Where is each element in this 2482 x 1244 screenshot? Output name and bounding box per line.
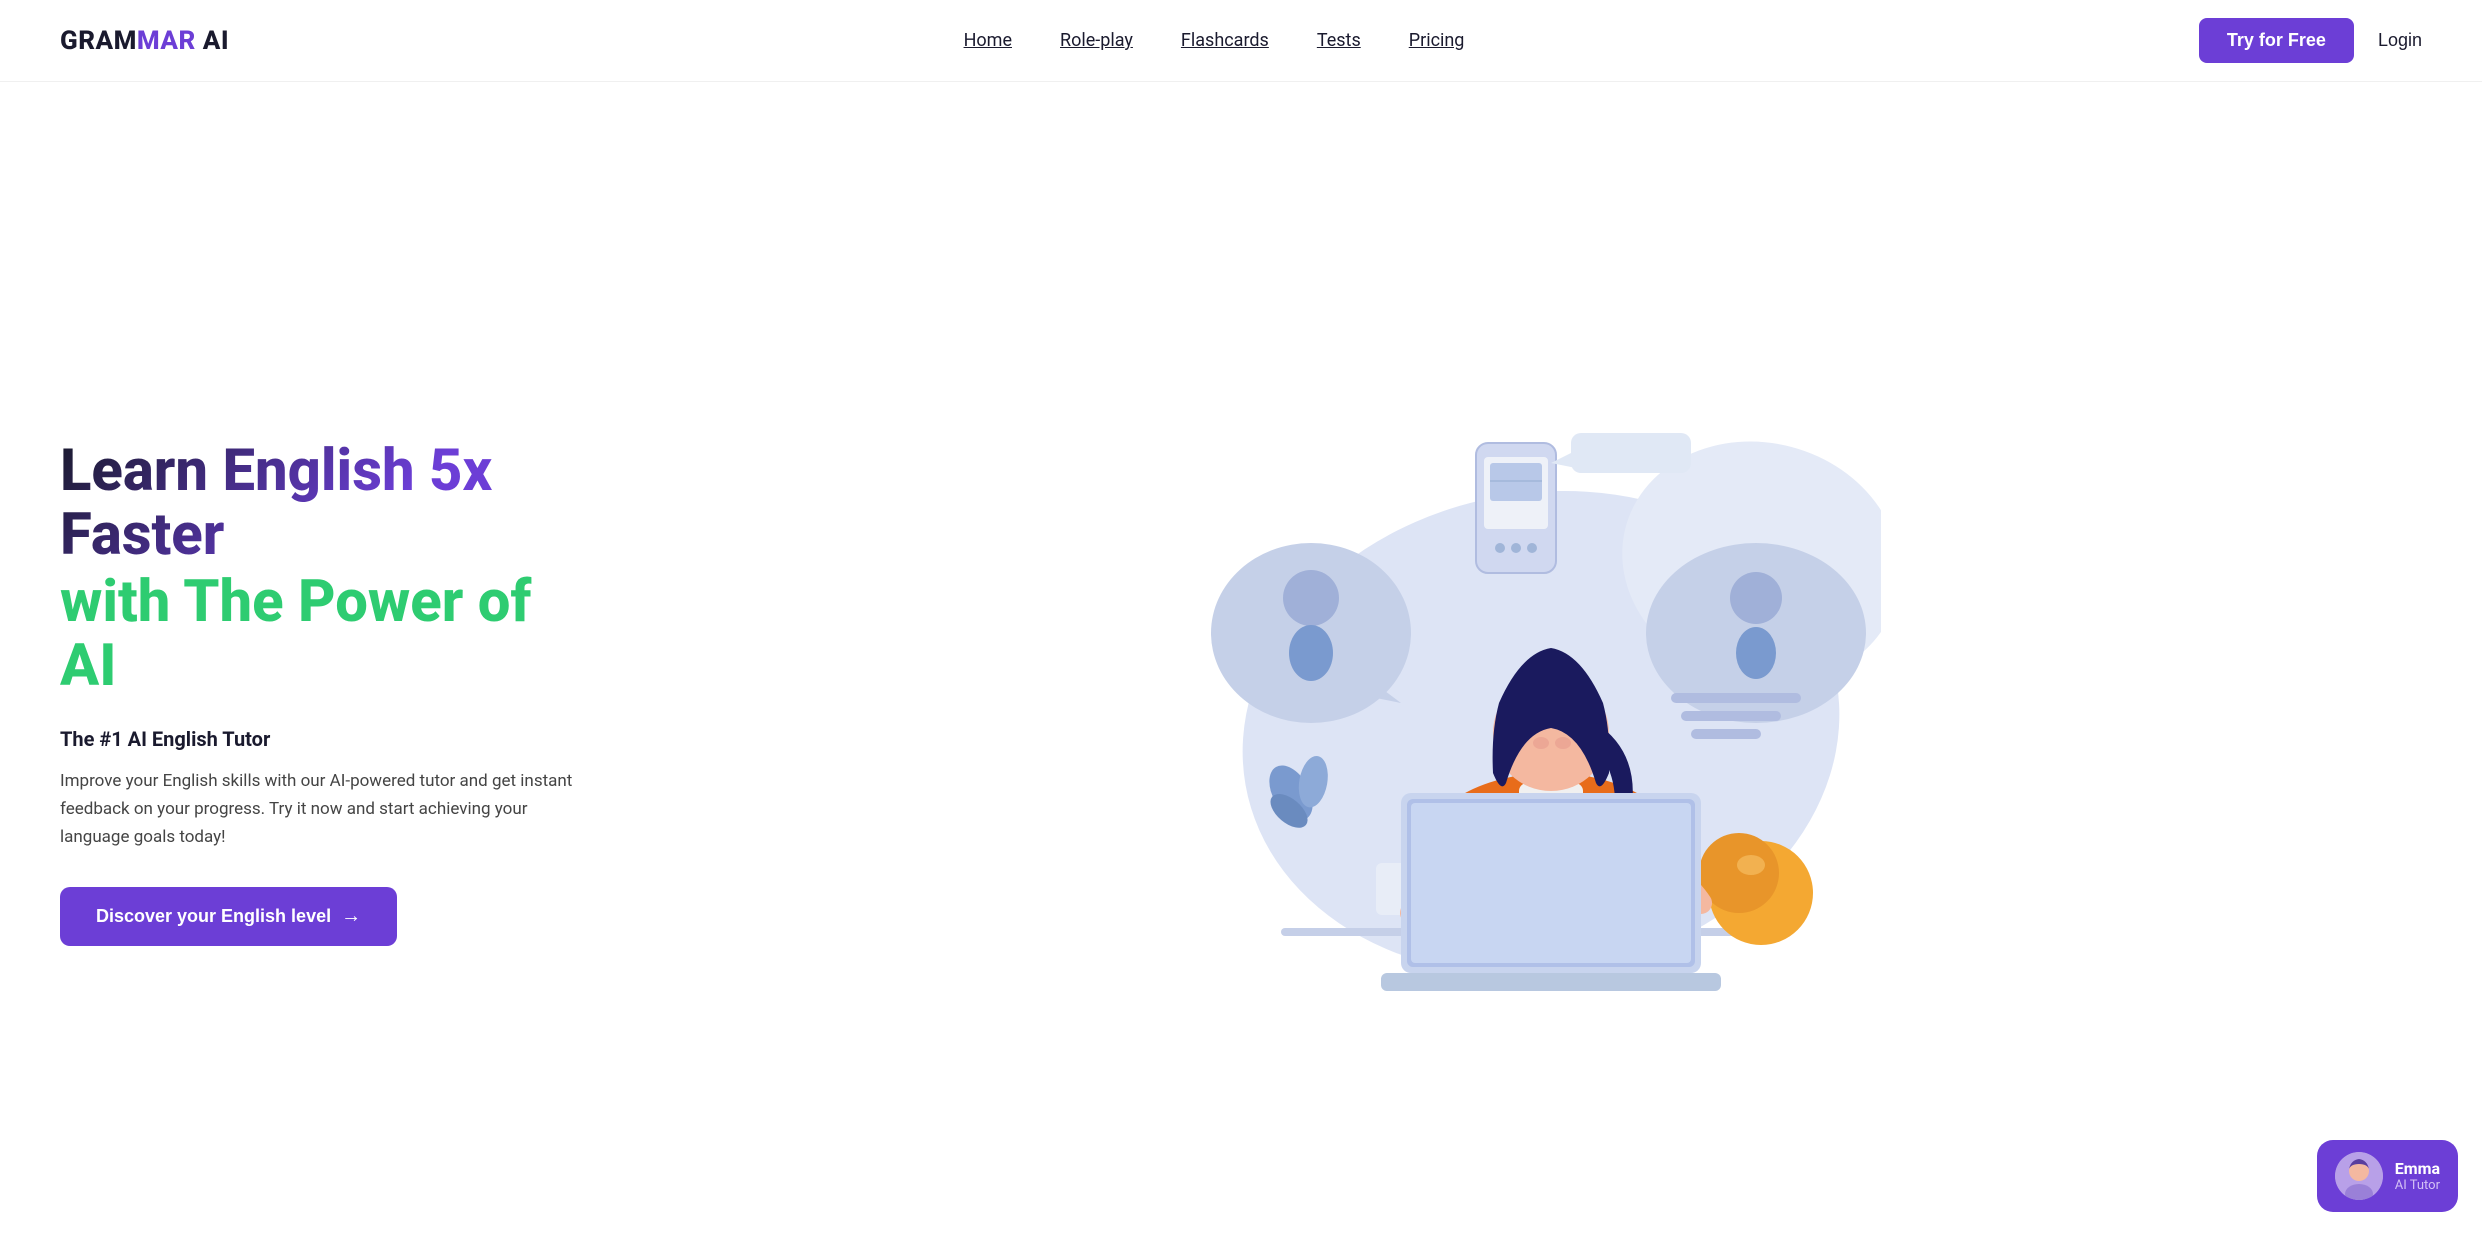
nav-link-roleplay[interactable]: Role-play (1060, 30, 1133, 51)
nav-item-tests[interactable]: Tests (1317, 30, 1361, 51)
nav-link-flashcards[interactable]: Flashcards (1181, 30, 1269, 51)
discover-english-level-button[interactable]: Discover your English level → (60, 887, 397, 946)
hero-section: Learn English 5x Faster with The Power o… (0, 82, 2482, 1244)
hero-title-line2: with The Power of AI (60, 571, 600, 699)
emma-avatar-svg (2335, 1152, 2383, 1200)
nav-item-roleplay[interactable]: Role-play (1060, 30, 1133, 51)
emma-avatar (2335, 1152, 2383, 1200)
discover-button-label: Discover your English level (96, 906, 331, 927)
hero-subtitle: The #1 AI English Tutor (60, 727, 600, 751)
emma-name: Emma (2395, 1159, 2440, 1178)
nav-item-flashcards[interactable]: Flashcards (1181, 30, 1269, 51)
hero-description: Improve your English skills with our AI-… (60, 767, 600, 851)
nav-item-pricing[interactable]: Pricing (1409, 30, 1465, 51)
logo: GRAMMAR AI (60, 26, 229, 56)
nav-actions: Try for Free Login (2199, 18, 2422, 63)
nav-link-tests[interactable]: Tests (1317, 30, 1361, 51)
hero-title-line1: Learn English 5x Faster (60, 440, 600, 568)
try-for-free-button[interactable]: Try for Free (2199, 18, 2354, 63)
emma-role: AI Tutor (2395, 1178, 2440, 1193)
hero-svg-illustration (1181, 413, 1881, 993)
nav-link-pricing[interactable]: Pricing (1409, 30, 1465, 51)
login-button[interactable]: Login (2378, 30, 2422, 51)
nav-item-home[interactable]: Home (964, 30, 1012, 51)
hero-title: Learn English 5x Faster with The Power o… (60, 440, 600, 699)
hero-illustration (640, 393, 2422, 993)
nav-links: Home Role-play Flashcards Tests Pricing (964, 30, 1465, 51)
emma-info: Emma AI Tutor (2395, 1159, 2440, 1193)
logo-text: GRAM (60, 26, 137, 56)
emma-chat-widget[interactable]: Emma AI Tutor (2317, 1140, 2458, 1212)
hero-text-block: Learn English 5x Faster with The Power o… (60, 440, 600, 946)
navigation: GRAMMAR AI Home Role-play Flashcards Tes… (0, 0, 2482, 82)
arrow-icon: → (341, 905, 361, 928)
nav-link-home[interactable]: Home (964, 30, 1012, 51)
